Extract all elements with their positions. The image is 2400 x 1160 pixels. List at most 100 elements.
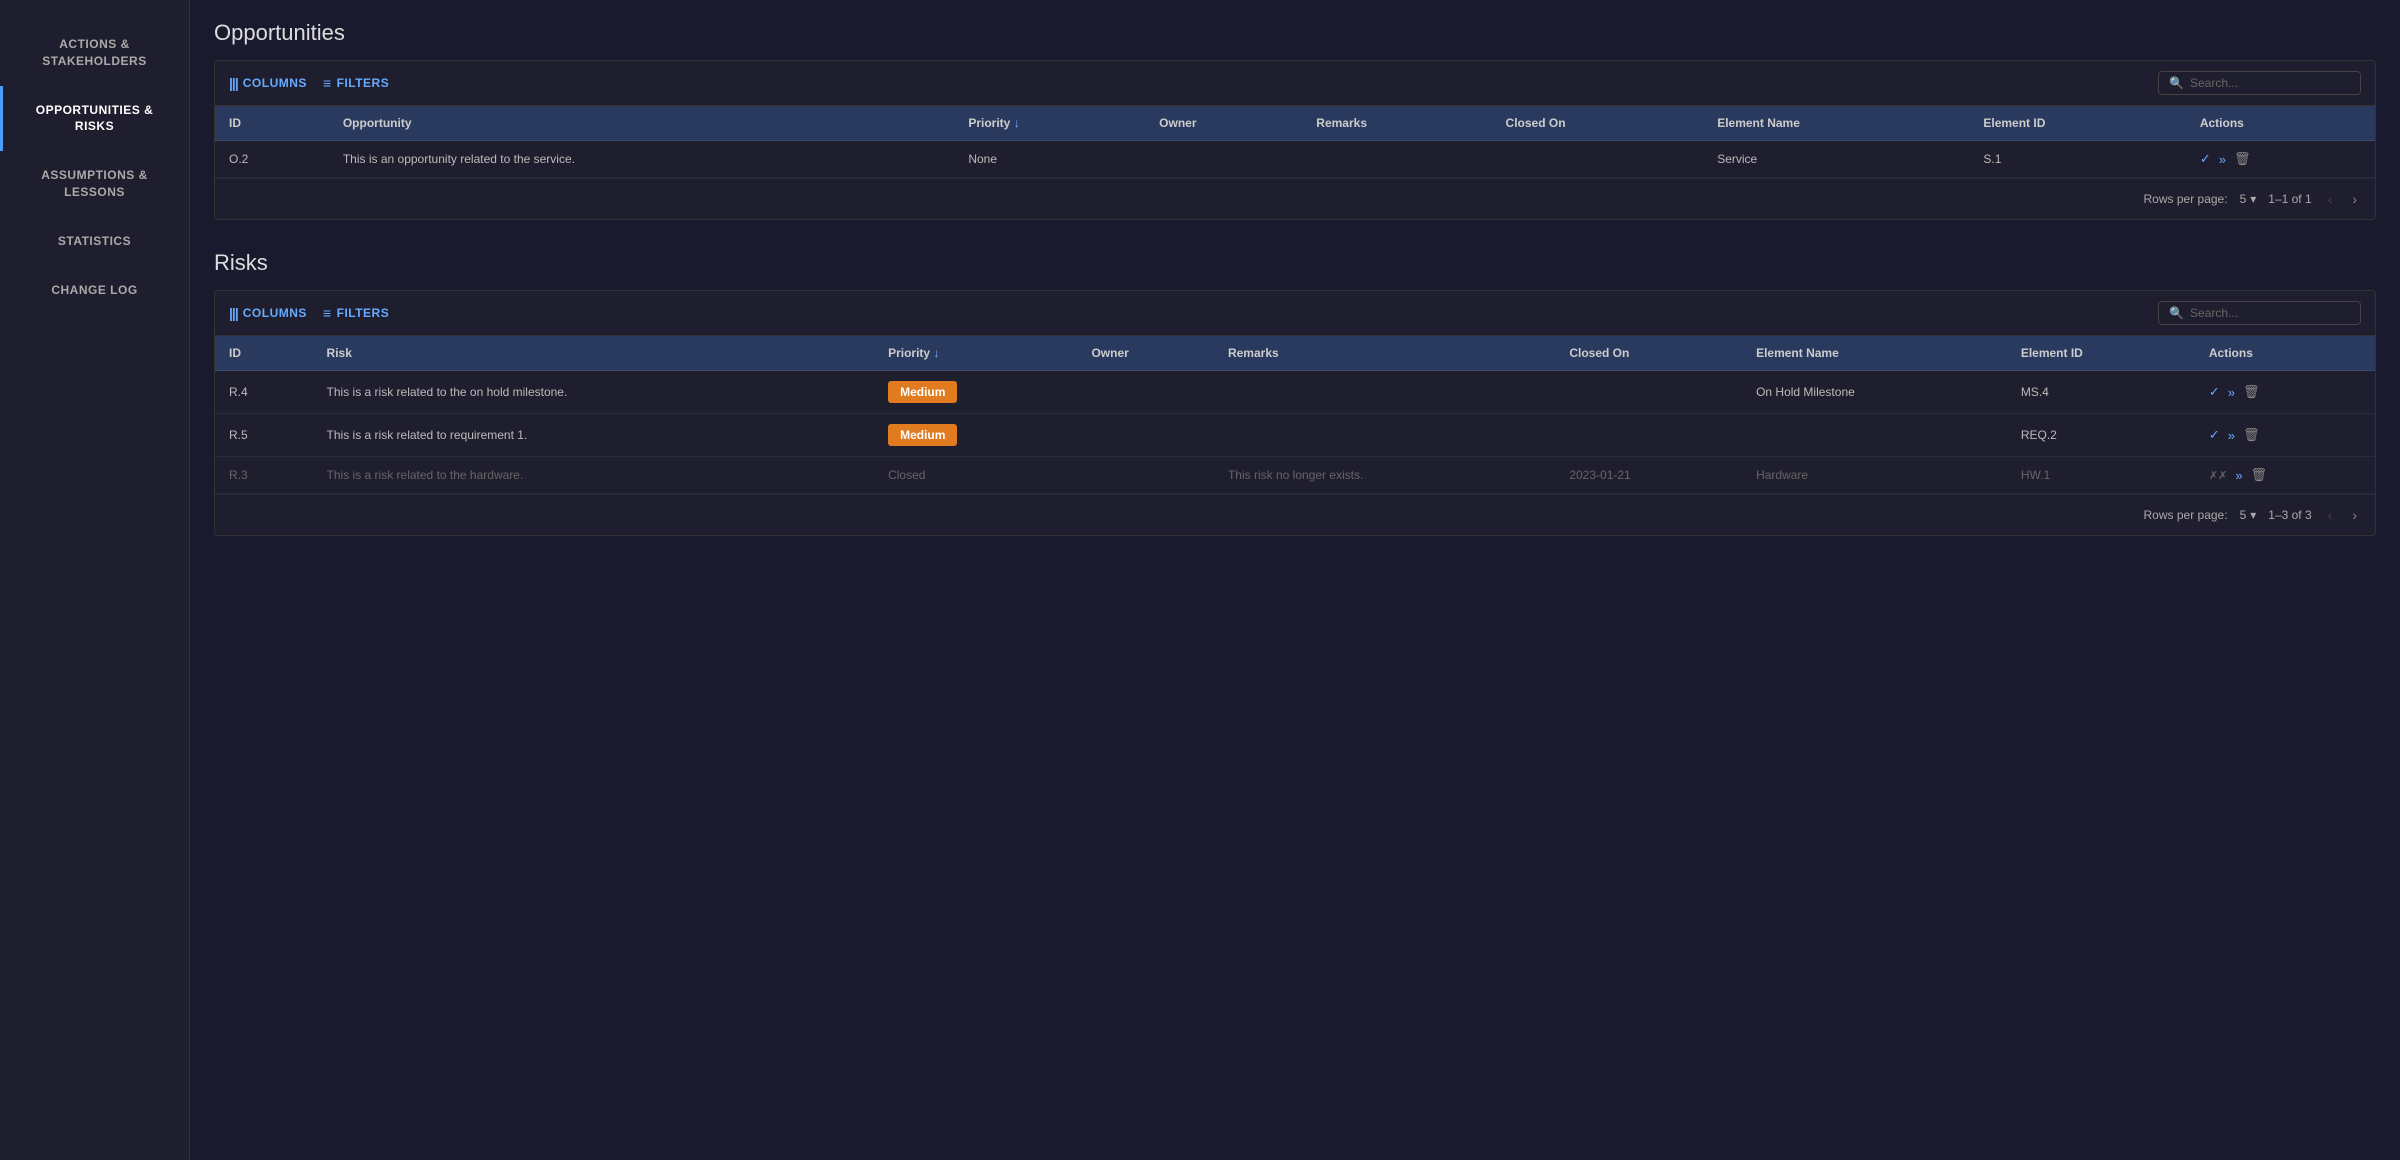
- cell-risk: This is a risk related to the hardware.: [313, 457, 875, 494]
- prev-page-button[interactable]: ‹: [2324, 189, 2337, 209]
- col-owner: Owner: [1077, 336, 1214, 371]
- cell-closed-on: 2023-01-21: [1555, 457, 1742, 494]
- delete-icon[interactable]: 🗑: [2243, 427, 2260, 443]
- filters-icon: ≡: [323, 75, 332, 91]
- col-element-id: Element ID: [1969, 106, 2185, 141]
- opportunities-toolbar: ||| COLUMNS ≡ FILTERS 🔍: [215, 61, 2375, 106]
- prev-page-button[interactable]: ‹: [2324, 505, 2337, 525]
- rows-per-page-label: Rows per page:: [2144, 192, 2228, 206]
- rows-per-page-select[interactable]: 5 ▾: [2240, 508, 2257, 522]
- sort-icon: ↓: [1014, 116, 1020, 130]
- cell-priority: Closed: [874, 457, 1077, 494]
- cell-id: R.4: [215, 371, 313, 414]
- cell-element-name: Service: [1703, 141, 1969, 178]
- cell-remarks: [1214, 371, 1555, 414]
- cell-element-name: [1742, 414, 2007, 457]
- crossed-check-icon[interactable]: ✗✗: [2209, 469, 2227, 482]
- page-info: 1–1 of 1: [2268, 192, 2311, 206]
- check-icon[interactable]: ✓: [2200, 151, 2211, 167]
- table-row: R.5 This is a risk related to requiremen…: [215, 414, 2375, 457]
- sort-icon: ↓: [933, 346, 939, 360]
- col-remarks: Remarks: [1214, 336, 1555, 371]
- cell-remarks: This risk no longer exists.: [1214, 457, 1555, 494]
- col-remarks: Remarks: [1302, 106, 1491, 141]
- col-closed-on: Closed On: [1492, 106, 1704, 141]
- cell-owner: [1077, 457, 1214, 494]
- risks-search-box[interactable]: 🔍: [2158, 301, 2361, 325]
- opportunities-columns-button[interactable]: ||| COLUMNS: [229, 75, 307, 91]
- cell-id: R.3: [215, 457, 313, 494]
- check-icon[interactable]: ✓: [2209, 427, 2220, 443]
- cell-priority: None: [954, 141, 1145, 178]
- delete-icon[interactable]: 🗑: [2243, 384, 2260, 400]
- opportunities-search-input[interactable]: [2190, 76, 2350, 90]
- cell-actions: ✓ » 🗑: [2186, 141, 2375, 178]
- navigate-icon[interactable]: »: [2235, 468, 2242, 483]
- cell-remarks: [1302, 141, 1491, 178]
- cell-closed-on: [1555, 371, 1742, 414]
- sidebar-item-assumptions-lessons[interactable]: ASSUMPTIONS &LESSONS: [0, 151, 189, 217]
- risks-table-container: ||| COLUMNS ≡ FILTERS 🔍 ID Risk Priority: [214, 290, 2376, 536]
- col-owner: Owner: [1145, 106, 1302, 141]
- rows-per-page-select[interactable]: 5 ▾: [2240, 192, 2257, 206]
- cell-priority: Medium: [874, 371, 1077, 414]
- risks-search-input[interactable]: [2190, 306, 2350, 320]
- filters-icon: ≡: [323, 305, 332, 321]
- cell-actions: ✗✗ » 🗑: [2195, 457, 2375, 494]
- opportunities-filters-button[interactable]: ≡ FILTERS: [323, 75, 389, 91]
- rows-per-page-label: Rows per page:: [2144, 508, 2228, 522]
- cell-owner: [1077, 414, 1214, 457]
- chevron-down-icon: ▾: [2250, 508, 2256, 522]
- cell-priority: Medium: [874, 414, 1077, 457]
- cell-risk: This is a risk related to the on hold mi…: [313, 371, 875, 414]
- col-actions: Actions: [2186, 106, 2375, 141]
- navigate-icon[interactable]: »: [2228, 385, 2235, 400]
- search-icon: 🔍: [2169, 76, 2184, 90]
- chevron-down-icon: ▾: [2250, 192, 2256, 206]
- cell-id: R.5: [215, 414, 313, 457]
- cell-element-id: S.1: [1969, 141, 2185, 178]
- delete-icon[interactable]: 🗑: [2234, 151, 2251, 167]
- sidebar-item-statistics[interactable]: STATISTICS: [0, 217, 189, 266]
- table-row: R.4 This is a risk related to the on hol…: [215, 371, 2375, 414]
- cell-element-id: HW.1: [2007, 457, 2195, 494]
- risks-pagination: Rows per page: 5 ▾ 1–3 of 3 ‹ ›: [215, 494, 2375, 535]
- opportunities-title: Opportunities: [214, 20, 2376, 46]
- table-row: R.3 This is a risk related to the hardwa…: [215, 457, 2375, 494]
- opportunities-search-box[interactable]: 🔍: [2158, 71, 2361, 95]
- table-row: O.2 This is an opportunity related to th…: [215, 141, 2375, 178]
- page-info: 1–3 of 3: [2268, 508, 2311, 522]
- risks-table: ID Risk Priority ↓ Owner Remarks Closed …: [215, 336, 2375, 494]
- sidebar-item-opportunities-risks[interactable]: OPPORTUNITIES &RISKS: [0, 86, 189, 152]
- opportunities-table: ID Opportunity Priority ↓ Owner Remarks …: [215, 106, 2375, 178]
- cell-owner: [1145, 141, 1302, 178]
- risks-columns-button[interactable]: ||| COLUMNS: [229, 305, 307, 321]
- risks-title: Risks: [214, 250, 2376, 276]
- sidebar-item-change-log[interactable]: CHANGE LOG: [0, 266, 189, 315]
- col-priority[interactable]: Priority ↓: [954, 106, 1145, 141]
- risks-toolbar: ||| COLUMNS ≡ FILTERS 🔍: [215, 291, 2375, 336]
- next-page-button[interactable]: ›: [2348, 505, 2361, 525]
- cell-actions: ✓ » 🗑: [2195, 371, 2375, 414]
- cell-risk: This is a risk related to requirement 1.: [313, 414, 875, 457]
- columns-icon: |||: [229, 75, 238, 91]
- next-page-button[interactable]: ›: [2348, 189, 2361, 209]
- cell-element-id: REQ.2: [2007, 414, 2195, 457]
- col-id: ID: [215, 106, 329, 141]
- cell-opportunity: This is an opportunity related to the se…: [329, 141, 955, 178]
- col-id: ID: [215, 336, 313, 371]
- col-priority[interactable]: Priority ↓: [874, 336, 1077, 371]
- col-element-name: Element Name: [1742, 336, 2007, 371]
- sidebar-item-actions-stakeholders[interactable]: ACTIONS &STAKEHOLDERS: [0, 20, 189, 86]
- check-icon[interactable]: ✓: [2209, 384, 2220, 400]
- opportunities-table-container: ||| COLUMNS ≡ FILTERS 🔍 ID Opportunity P…: [214, 60, 2376, 220]
- risks-filters-button[interactable]: ≡ FILTERS: [323, 305, 389, 321]
- cell-id: O.2: [215, 141, 329, 178]
- delete-icon[interactable]: 🗑: [2251, 467, 2268, 483]
- navigate-icon[interactable]: »: [2219, 152, 2226, 167]
- cell-element-id: MS.4: [2007, 371, 2195, 414]
- navigate-icon[interactable]: »: [2228, 428, 2235, 443]
- col-closed-on: Closed On: [1555, 336, 1742, 371]
- opportunities-table-header-row: ID Opportunity Priority ↓ Owner Remarks …: [215, 106, 2375, 141]
- cell-owner: [1077, 371, 1214, 414]
